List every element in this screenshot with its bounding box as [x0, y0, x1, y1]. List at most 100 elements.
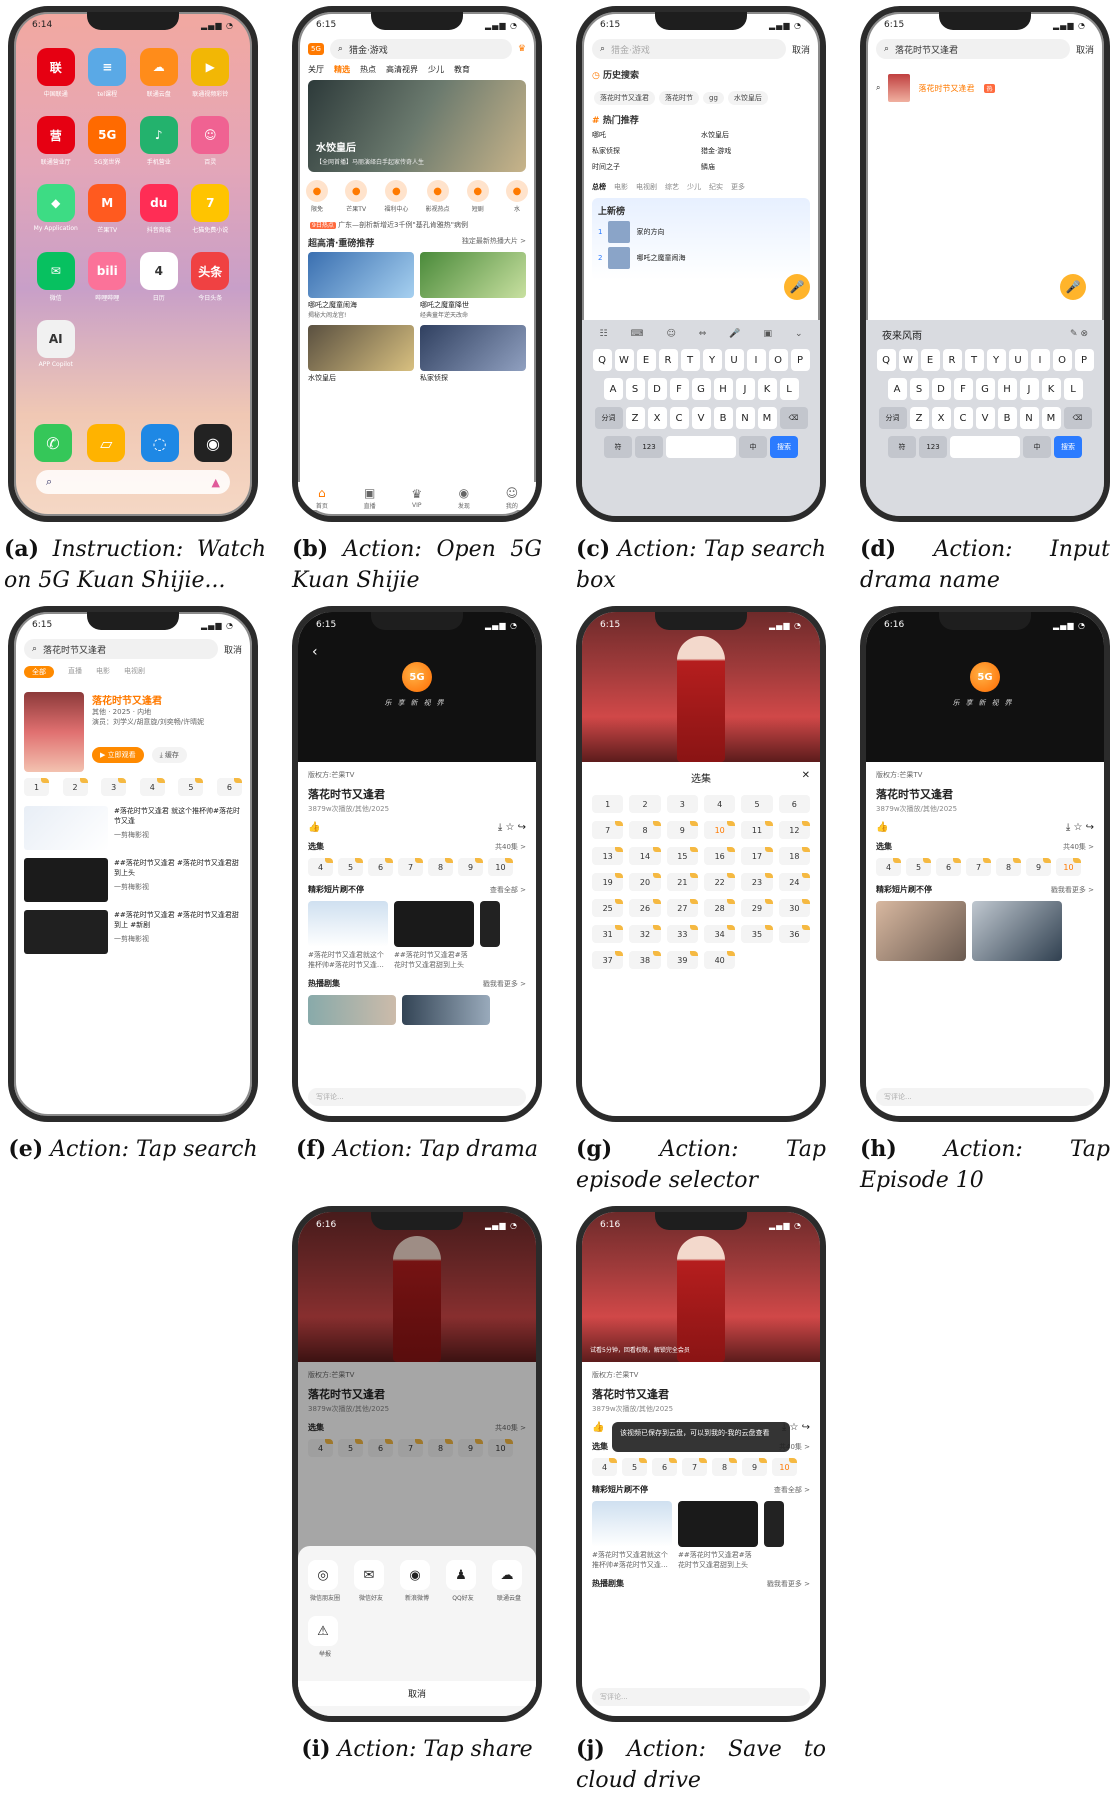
episode-select-label[interactable]: 选集: [308, 841, 324, 852]
key[interactable]: B: [713, 407, 733, 429]
key[interactable]: T: [680, 349, 700, 371]
key[interactable]: Z: [909, 407, 929, 429]
episode-button[interactable]: 14: [629, 847, 661, 865]
clip-thumb[interactable]: [308, 901, 388, 947]
key[interactable]: 中: [1023, 436, 1051, 458]
app-shortcut[interactable]: 联中国联通: [30, 48, 82, 98]
hot-item[interactable]: 鳞庙: [701, 162, 810, 172]
key[interactable]: B: [997, 407, 1017, 429]
episode-button[interactable]: 30: [778, 899, 811, 917]
rank-item[interactable]: 1 家的方向: [598, 221, 804, 243]
channel-tab[interactable]: 少儿: [428, 64, 444, 75]
key[interactable]: [950, 436, 1020, 458]
episode-button[interactable]: 40: [704, 951, 736, 969]
episode-button[interactable]: 35: [741, 925, 773, 943]
episode-button[interactable]: 9: [458, 858, 483, 876]
episode-button[interactable]: 5: [622, 1458, 647, 1476]
key[interactable]: L: [779, 378, 799, 400]
app-shortcut[interactable]: ♪ 手机营业: [133, 116, 185, 166]
app-shortcut[interactable]: ≡ tel课程: [82, 48, 134, 98]
filter-tab[interactable]: 电影: [96, 666, 110, 678]
episode-button[interactable]: 36: [778, 925, 811, 943]
key[interactable]: P: [790, 349, 810, 371]
episode-button[interactable]: 10: [488, 858, 513, 876]
episode-button[interactable]: 12: [778, 821, 811, 839]
home-search-bar[interactable]: ⌕ ▲: [36, 470, 230, 494]
app-shortcut[interactable]: ☁ 联通云盘: [133, 48, 185, 98]
share-icon[interactable]: ↪: [802, 1422, 810, 1433]
download-icon[interactable]: ⤓: [498, 822, 502, 833]
episode-button[interactable]: 4: [704, 795, 736, 813]
key[interactable]: Z: [625, 407, 645, 429]
rank-item[interactable]: 2 哪吒之魔童闹海: [598, 247, 804, 269]
key[interactable]: S: [909, 378, 929, 400]
video-player[interactable]: 试看5分钟，回看权限，解锁完全会员: [582, 1212, 820, 1362]
app-shortcut[interactable]: AI APP Copilot: [30, 320, 82, 368]
cache-button[interactable]: ⤓ 缓存: [151, 747, 187, 763]
tabbar-item[interactable]: ▣ 直播: [364, 482, 376, 510]
key[interactable]: E: [920, 349, 940, 371]
episode-button[interactable]: 9: [666, 821, 699, 839]
history-chip[interactable]: gg: [703, 92, 724, 104]
movie-card[interactable]: 私家侦探: [420, 325, 526, 383]
key[interactable]: M: [1041, 407, 1061, 429]
key[interactable]: I: [746, 349, 766, 371]
comment-input[interactable]: 写评论...: [876, 1088, 1094, 1106]
quick-icon[interactable]: ● 水: [505, 180, 528, 213]
key[interactable]: A: [603, 378, 623, 400]
episode-button[interactable]: 18: [778, 847, 811, 865]
share-icon[interactable]: ↪: [1086, 822, 1094, 833]
channel-tab[interactable]: 热点: [360, 64, 376, 75]
key[interactable]: P: [1074, 349, 1094, 371]
cancel-button[interactable]: 取消: [224, 643, 242, 656]
rank-tab[interactable]: 纪实: [709, 182, 723, 192]
tabbar-item[interactable]: ♛ VIP: [411, 483, 422, 509]
episode-button[interactable]: 4: [592, 1458, 617, 1476]
key[interactable]: 符: [888, 436, 916, 458]
channel-tab[interactable]: 精选: [334, 64, 350, 75]
clip-item[interactable]: ##落花时节又逢君 #落花时节又逢君甜到上头 一剪梅影视: [24, 858, 242, 902]
key[interactable]: T: [964, 349, 984, 371]
star-icon[interactable]: ☆: [789, 1422, 798, 1433]
like-icon[interactable]: 👍: [876, 822, 888, 833]
episode-button[interactable]: 39: [666, 951, 699, 969]
app-shortcut[interactable]: 7 七猫免费小说: [185, 184, 237, 234]
vip-icon[interactable]: ♛: [518, 44, 526, 54]
episode-total[interactable]: 共40集 >: [495, 842, 526, 852]
episode-button[interactable]: 21: [666, 873, 699, 891]
download-icon[interactable]: ⤓: [1066, 822, 1070, 833]
key[interactable]: R: [942, 349, 962, 371]
app-shortcut[interactable]: du 抖音商城: [133, 184, 185, 234]
key[interactable]: N: [735, 407, 755, 429]
app-shortcut[interactable]: ▶ 联通视频彩铃: [185, 48, 237, 98]
key[interactable]: C: [953, 407, 973, 429]
app-shortcut[interactable]: ✉ 微信: [30, 252, 82, 302]
episode-button[interactable]: 33: [666, 925, 699, 943]
result-card[interactable]: 落花时节又逢君 其他 · 2025 · 内地 演员：刘学义/胡意旋/刘奕畅/许晴…: [24, 692, 242, 772]
video-player[interactable]: [582, 612, 820, 762]
key[interactable]: R: [658, 349, 678, 371]
quick-icon[interactable]: ● 短剧: [466, 180, 489, 213]
episode-button[interactable]: 7: [592, 821, 624, 839]
key[interactable]: K: [757, 378, 777, 400]
play-button[interactable]: ▶ 立即观看: [92, 747, 144, 763]
cancel-button[interactable]: 取消: [792, 43, 810, 56]
clip-item[interactable]: #落花时节又逢君 就这个推杯帅#落花时节又逢 一剪梅影视: [24, 806, 242, 850]
key[interactable]: J: [735, 378, 755, 400]
key[interactable]: Q: [592, 349, 612, 371]
short-more[interactable]: 查看全部 >: [490, 885, 526, 895]
app-shortcut[interactable]: ◆ My Application: [30, 184, 82, 234]
episode-button[interactable]: 8: [629, 821, 661, 839]
episode-button[interactable]: 7: [682, 1458, 707, 1476]
episode-button[interactable]: 6: [368, 858, 393, 876]
search-input[interactable]: ⌕ 落花时节又逢君: [24, 639, 218, 659]
episode-button[interactable]: 11: [741, 821, 773, 839]
key[interactable]: 123: [919, 436, 947, 458]
key[interactable]: K: [1041, 378, 1061, 400]
app-shortcut[interactable]: 5G 5G宽世界: [82, 116, 134, 166]
share-option[interactable]: ✉ 微信好友: [354, 1560, 388, 1602]
episode-total[interactable]: 共40集 >: [1063, 842, 1094, 852]
key[interactable]: Y: [986, 349, 1006, 371]
search-input[interactable]: ⌕ 猎金·游戏: [592, 39, 786, 59]
episode-button[interactable]: 9: [742, 1458, 767, 1476]
